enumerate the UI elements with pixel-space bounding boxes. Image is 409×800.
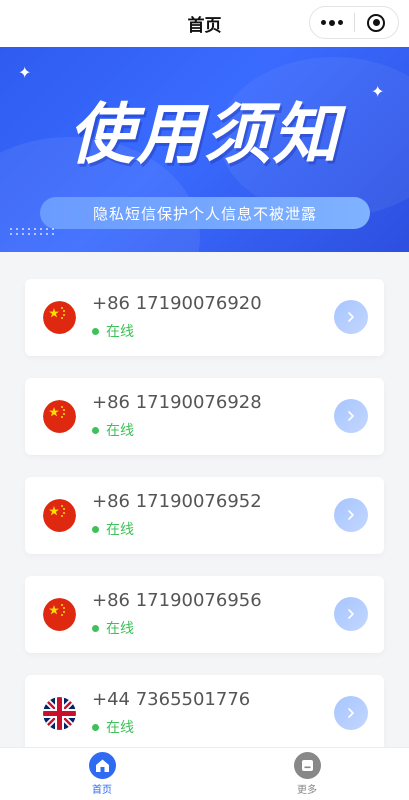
phone-number: +86 17190076956	[92, 590, 262, 611]
more-options-icon[interactable]	[310, 7, 354, 38]
online-status: 在线	[92, 618, 134, 638]
status-dot	[92, 525, 99, 533]
online-status: 在线	[92, 321, 134, 341]
banner-subtitle: 隐私短信保护个人信息不被泄露	[40, 197, 370, 229]
status-label: 在线	[106, 720, 134, 736]
number-card[interactable]: +44 7365501776 在线	[25, 675, 384, 752]
bottom-tab-bar: 首页 更多	[0, 747, 409, 800]
tab-more-label: 更多	[297, 785, 317, 796]
cn-flag-icon	[43, 301, 76, 334]
online-status: 在线	[92, 420, 134, 440]
chevron-right-icon	[348, 708, 354, 718]
online-status: 在线	[92, 519, 134, 539]
status-dot	[92, 327, 99, 335]
chevron-right-icon	[348, 510, 354, 520]
status-label: 在线	[106, 423, 134, 439]
online-status: 在线	[92, 717, 134, 737]
sparkle-icon: ✦	[18, 63, 32, 82]
nav-header: 首页	[0, 0, 409, 47]
cn-flag-icon	[43, 499, 76, 532]
tab-home-label: 首页	[92, 785, 112, 796]
decorative-dots	[10, 228, 58, 235]
open-number-button[interactable]	[334, 498, 368, 532]
close-miniprogram-icon[interactable]	[355, 7, 398, 38]
chevron-right-icon	[348, 609, 354, 619]
number-card[interactable]: +86 17190076956 在线	[25, 576, 384, 653]
tab-more[interactable]: 更多	[277, 752, 337, 796]
open-number-button[interactable]	[334, 300, 368, 334]
phone-number: +86 17190076952	[92, 491, 262, 512]
more-icon	[293, 752, 321, 779]
open-number-button[interactable]	[334, 399, 368, 433]
home-icon	[88, 752, 116, 779]
number-card[interactable]: +86 17190076952 在线	[25, 477, 384, 554]
status-label: 在线	[106, 324, 134, 340]
tab-home[interactable]: 首页	[72, 752, 132, 796]
chevron-right-icon	[348, 312, 354, 322]
phone-number: +86 17190076928	[92, 392, 262, 413]
open-number-button[interactable]	[334, 597, 368, 631]
status-dot	[92, 624, 99, 632]
status-label: 在线	[106, 522, 134, 538]
notice-banner[interactable]: ✦ ✦ 使用须知 隐私短信保护个人信息不被泄露	[0, 47, 409, 252]
chevron-right-icon	[348, 411, 354, 421]
banner-title: 使用须知	[68, 96, 341, 173]
status-dot	[92, 723, 99, 731]
status-label: 在线	[106, 621, 134, 637]
status-dot	[92, 426, 99, 434]
page-title: 首页	[187, 16, 222, 36]
uk-flag-icon	[43, 697, 76, 730]
cn-flag-icon	[43, 598, 76, 631]
phone-number: +44 7365501776	[92, 689, 251, 710]
number-card[interactable]: +86 17190076928 在线	[25, 378, 384, 455]
phone-number: +86 17190076920	[92, 293, 262, 314]
number-card[interactable]: +86 17190076920 在线	[25, 279, 384, 356]
open-number-button[interactable]	[334, 696, 368, 730]
miniprogram-capsule	[309, 6, 399, 39]
cn-flag-icon	[43, 400, 76, 433]
